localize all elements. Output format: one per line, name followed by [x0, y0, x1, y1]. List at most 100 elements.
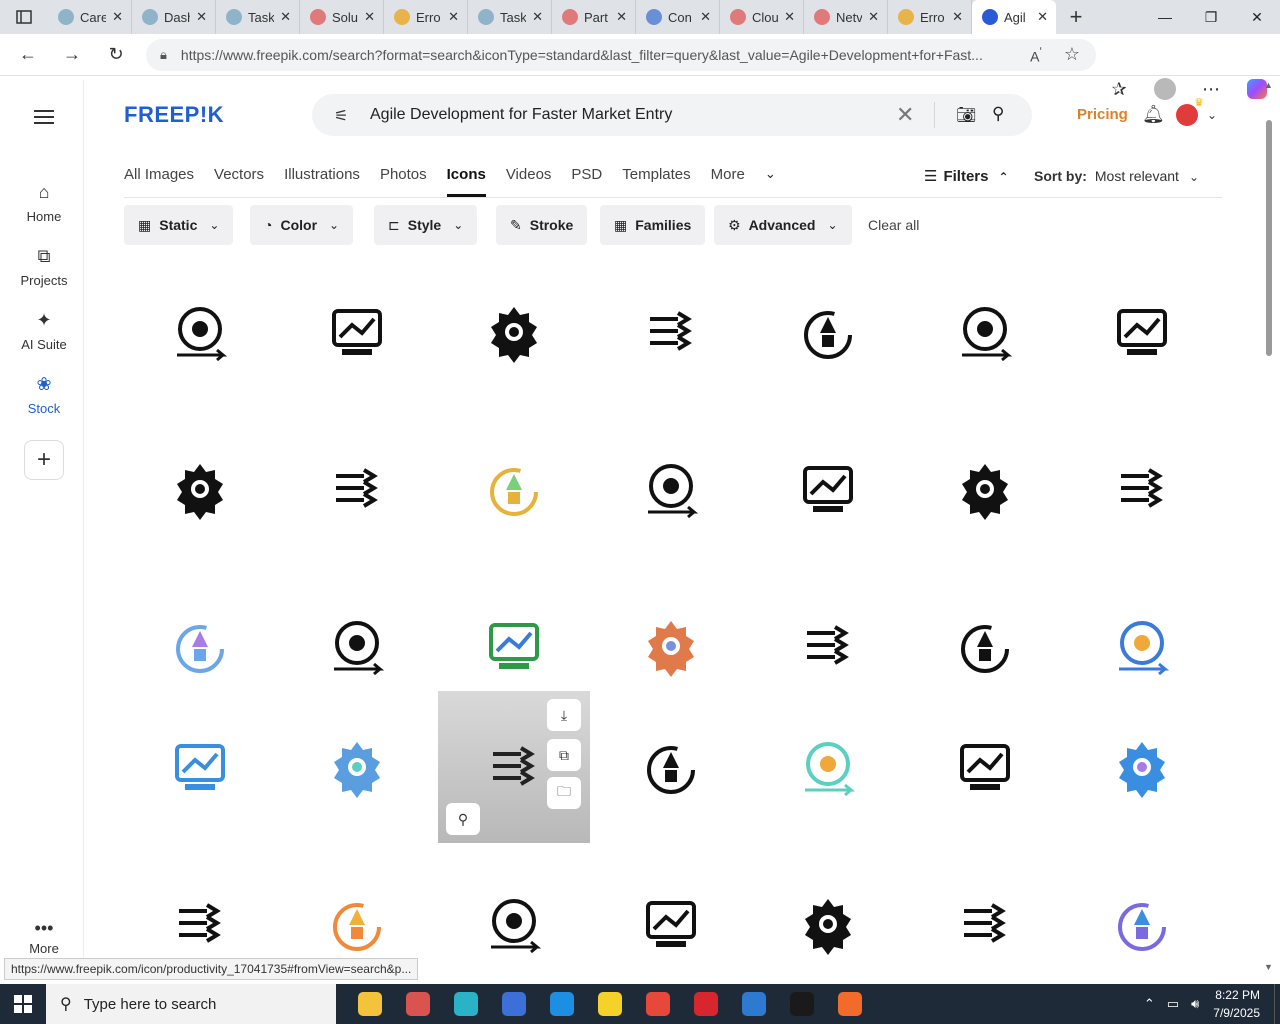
download-icon[interactable]: ⤓: [547, 699, 581, 731]
tab-more[interactable]: More: [711, 166, 745, 196]
browser-tab[interactable]: Erro ✕: [888, 0, 972, 34]
icon-result-card[interactable]: [124, 413, 276, 565]
close-tab-icon[interactable]: ✕: [700, 9, 711, 25]
icon-result-card[interactable]: [595, 848, 747, 1000]
close-tab-icon[interactable]: ✕: [448, 9, 459, 25]
icon-result-card[interactable]: [438, 413, 590, 565]
icon-result-card[interactable]: [909, 256, 1061, 408]
tray-chevron-icon[interactable]: ⌃: [1144, 996, 1155, 1012]
families-filter-chip[interactable]: ▦ Families: [600, 205, 706, 245]
profile-icon[interactable]: [1142, 78, 1188, 100]
search-bar[interactable]: ⚟ Agile Development for Faster Market En…: [312, 94, 1032, 136]
close-tab-icon[interactable]: ✕: [196, 9, 207, 25]
taskbar-app-icon[interactable]: [346, 984, 394, 1024]
icon-result-card[interactable]: [124, 256, 276, 408]
icon-result-card[interactable]: [1066, 413, 1218, 565]
add-button[interactable]: +: [24, 440, 64, 480]
close-tab-icon[interactable]: ✕: [280, 9, 291, 25]
icon-result-card[interactable]: [1066, 848, 1218, 1000]
volume-icon[interactable]: 🔊︎: [1191, 996, 1199, 1012]
taskbar-app-icon[interactable]: [634, 984, 682, 1024]
chevron-down-icon[interactable]: ⌄: [1207, 108, 1217, 122]
taskbar-app-icon[interactable]: [538, 984, 586, 1024]
browser-tab[interactable]: Part ✕: [552, 0, 636, 34]
page-scrollbar[interactable]: ▲ ▼: [1262, 80, 1276, 980]
avatar[interactable]: ♛: [1176, 97, 1204, 126]
icon-result-card[interactable]: [281, 413, 433, 565]
close-window-button[interactable]: ✕: [1234, 0, 1280, 34]
start-button[interactable]: [0, 984, 46, 1024]
filters-toggle-button[interactable]: ☰ Filters ⌃: [924, 167, 1009, 185]
color-filter-chip[interactable]: ◔ Color ⌄: [250, 205, 354, 245]
sidebar-item-stock[interactable]: ❀ Stock: [4, 374, 84, 416]
taskbar-app-icon[interactable]: [730, 984, 778, 1024]
browser-tab[interactable]: Dash ✕: [132, 0, 216, 34]
tab-templates[interactable]: Templates: [622, 166, 690, 196]
taskbar-app-icon[interactable]: [490, 984, 538, 1024]
tab-videos[interactable]: Videos: [506, 166, 552, 196]
copy-icon[interactable]: ⧉: [547, 739, 581, 771]
favorite-star-icon[interactable]: ☆: [1064, 44, 1080, 65]
icon-result-card[interactable]: ⤓ ⧉ 🗀︎ ⚲: [438, 691, 590, 843]
icon-result-card[interactable]: [595, 413, 747, 565]
close-tab-icon[interactable]: ✕: [532, 9, 543, 25]
similar-search-icon[interactable]: ⚲: [446, 803, 480, 835]
sort-dropdown[interactable]: Sort by: Most relevant ⌄: [1034, 168, 1199, 184]
pricing-link[interactable]: Pricing: [1077, 106, 1128, 123]
search-filter-icon[interactable]: ⚟: [334, 106, 348, 126]
browser-tab[interactable]: Task ✕: [216, 0, 300, 34]
camera-search-icon[interactable]: 📷︎: [956, 105, 976, 125]
site-info-icon[interactable]: 🔒︎: [160, 47, 167, 63]
style-filter-chip[interactable]: ⊏ Style ⌄: [374, 205, 478, 245]
close-tab-icon[interactable]: ✕: [112, 9, 123, 25]
browser-tab[interactable]: Clou ✕: [720, 0, 804, 34]
browser-tab[interactable]: Agil ✕: [972, 0, 1056, 34]
taskbar-search[interactable]: ⚲ Type here to search: [46, 984, 336, 1024]
reload-button[interactable]: ↻: [94, 34, 138, 76]
icon-result-card[interactable]: [752, 413, 904, 565]
scroll-up-arrow-icon[interactable]: ▲: [1264, 80, 1273, 90]
icon-result-card[interactable]: [281, 256, 433, 408]
sidebar-item-projects[interactable]: ⧉ Projects: [4, 246, 84, 288]
icon-result-card[interactable]: [752, 691, 904, 843]
icon-result-card[interactable]: [909, 413, 1061, 565]
favorites-icon[interactable]: ✰: [1096, 79, 1142, 100]
save-to-collection-icon[interactable]: 🗀︎: [547, 777, 581, 809]
close-tab-icon[interactable]: ✕: [364, 9, 375, 25]
taskbar-app-icon[interactable]: [778, 984, 826, 1024]
icon-result-card[interactable]: [595, 691, 747, 843]
clear-search-icon[interactable]: ✕: [896, 102, 914, 128]
forward-button[interactable]: →: [50, 34, 94, 76]
browser-tab[interactable]: Erro ✕: [384, 0, 468, 34]
browser-tab[interactable]: Solu ✕: [300, 0, 384, 34]
tab-all-images[interactable]: All Images: [124, 166, 194, 196]
taskbar-app-icon[interactable]: [682, 984, 730, 1024]
hamburger-menu-icon[interactable]: [34, 106, 54, 128]
close-tab-icon[interactable]: ✕: [952, 9, 963, 25]
icon-result-card[interactable]: [281, 691, 433, 843]
tab-actions-button[interactable]: [0, 0, 48, 34]
scrollbar-thumb[interactable]: [1266, 120, 1272, 356]
sidebar-more[interactable]: ••• More: [4, 918, 84, 956]
close-tab-icon[interactable]: ✕: [868, 9, 879, 25]
tab-illustrations[interactable]: Illustrations: [284, 166, 360, 196]
icon-result-card[interactable]: [595, 256, 747, 408]
tab-psd[interactable]: PSD: [571, 166, 602, 196]
maximize-button[interactable]: ❐: [1188, 0, 1234, 34]
freepik-logo[interactable]: FREEP!K: [124, 102, 224, 128]
new-tab-button[interactable]: +: [1056, 0, 1096, 34]
browser-tab[interactable]: Task ✕: [468, 0, 552, 34]
taskbar-app-icon[interactable]: [394, 984, 442, 1024]
clear-all-link[interactable]: Clear all: [868, 217, 919, 233]
browser-tab[interactable]: Netv ✕: [804, 0, 888, 34]
taskbar-app-icon[interactable]: [586, 984, 634, 1024]
taskbar-app-icon[interactable]: [826, 984, 874, 1024]
close-tab-icon[interactable]: ✕: [616, 9, 627, 25]
browser-tab[interactable]: Care ✕: [48, 0, 132, 34]
icon-result-card[interactable]: [752, 256, 904, 408]
close-tab-icon[interactable]: ✕: [784, 9, 795, 25]
icon-result-card[interactable]: [438, 256, 590, 408]
tab-photos[interactable]: Photos: [380, 166, 427, 196]
minimize-button[interactable]: —: [1142, 0, 1188, 34]
notifications-bell-icon[interactable]: 🔔︎: [1142, 104, 1165, 125]
